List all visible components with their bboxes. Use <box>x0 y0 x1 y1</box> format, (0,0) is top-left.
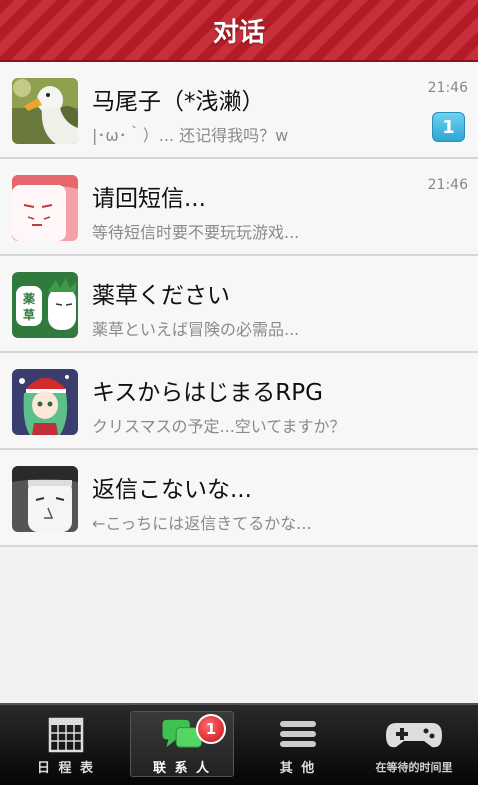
anime-girl-avatar-icon <box>12 369 78 435</box>
tab-label: 联 系 人 <box>152 761 212 776</box>
message-preview: 等待短信时要不要玩玩游戏... <box>92 223 300 242</box>
herb-avatar-icon: 薬 草 <box>12 272 78 338</box>
conversation-row[interactable]: 马尾子（*浅濑） |･ω･｀）... 还记得我吗？w 21:46 1 <box>0 62 478 159</box>
unread-badge: 1 <box>432 112 465 142</box>
conversation-list: 马尾子（*浅濑） |･ω･｀）... 还记得我吗？w 21:46 1 请回短信.… <box>0 62 478 547</box>
tab-other[interactable]: 其 他 <box>246 711 350 777</box>
message-time: 21:46 <box>427 80 468 96</box>
tab-schedule[interactable]: 日 程 表 <box>14 711 118 777</box>
message-preview: クリスマスの予定...空いてますか？ <box>92 417 346 436</box>
menu-icon <box>280 721 316 747</box>
calendar-icon <box>48 717 84 753</box>
conversation-row[interactable]: 薬 草 薬草ください 薬草といえば冒険の必需品... <box>0 256 478 353</box>
page-title: 对话 <box>212 17 265 48</box>
duck-avatar-icon <box>12 78 78 144</box>
tab-waiting-games[interactable]: 在等待的时间里 <box>362 711 466 777</box>
contacts-unread-badge: 1 <box>196 714 226 744</box>
conversation-row[interactable]: キスからはじまるRPG クリスマスの予定...空いてますか？ <box>0 353 478 450</box>
contact-name: キスからはじまるRPG <box>92 380 323 406</box>
message-preview: ←こっちには返信きてるかな... <box>92 514 312 533</box>
conversation-row[interactable]: 返信こないな... ←こっちには返信きてるかな... <box>0 450 478 547</box>
message-preview: 薬草といえば冒険の必需品... <box>92 320 300 339</box>
svg-text:薬: 薬 <box>23 291 35 306</box>
contact-name: 马尾子（*浅濑） <box>92 89 265 115</box>
message-time: 21:46 <box>427 177 468 193</box>
tab-label: 其 他 <box>279 761 317 776</box>
conversation-row[interactable]: 请回短信... 等待短信时要不要玩玩游戏... 21:46 <box>0 159 478 256</box>
gamepad-icon <box>386 723 442 748</box>
sad-face-avatar-icon <box>12 466 78 532</box>
title-bar: 对话 <box>0 0 478 62</box>
message-preview: |･ω･｀）... 还记得我吗？w <box>92 126 289 145</box>
tab-contacts[interactable]: 联 系 人 1 <box>130 711 234 777</box>
bottom-tab-bar: 日 程 表 联 系 人 1 其 他 在等待的时间里 <box>0 703 478 785</box>
santa-face-avatar-icon <box>12 175 78 241</box>
contact-name: 请回短信... <box>92 186 206 212</box>
svg-text:草: 草 <box>23 307 35 322</box>
contact-name: 返信こないな... <box>92 477 252 503</box>
tab-label: 日 程 表 <box>36 761 96 776</box>
contact-name: 薬草ください <box>92 283 230 309</box>
tab-label: 在等待的时间里 <box>375 761 453 774</box>
